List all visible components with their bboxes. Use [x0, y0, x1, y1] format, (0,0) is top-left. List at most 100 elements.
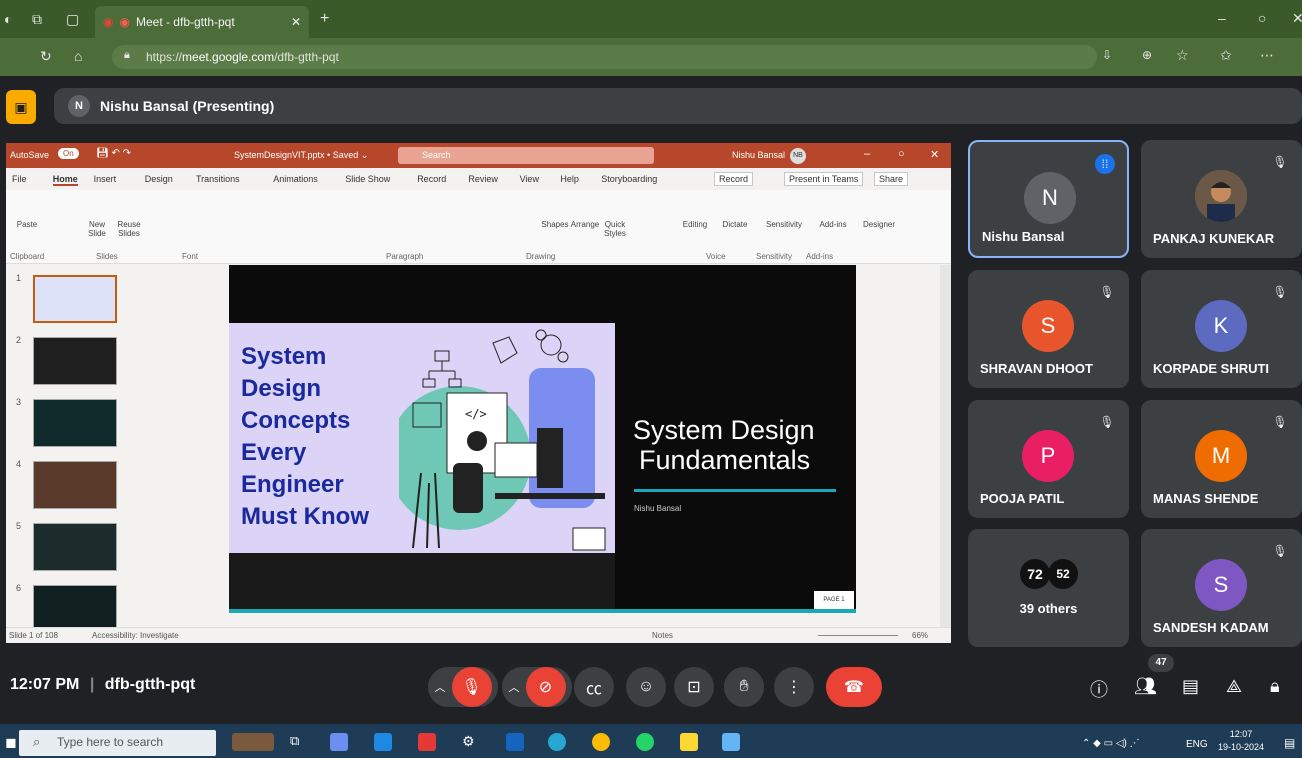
- activities-icon[interactable]: ⟁: [1226, 676, 1242, 697]
- taskbar-clock[interactable]: 12:07 19-10-2024: [1218, 728, 1264, 754]
- mic-off-icon[interactable]: 🎙︎: [451, 667, 492, 707]
- slide-thumbnail[interactable]: [33, 461, 117, 509]
- quick-access-icon[interactable]: 💾︎ ↶ ↷: [96, 148, 131, 159]
- camera-off-icon[interactable]: ⊘: [525, 667, 566, 707]
- ppt-tab[interactable]: Transitions: [196, 174, 240, 184]
- app-icon[interactable]: [418, 733, 436, 751]
- ppt-search-box[interactable]: Search: [398, 147, 654, 164]
- ribbon-button[interactable]: Designer: [862, 220, 896, 229]
- camera-control[interactable]: ︿ ⊘: [502, 667, 572, 707]
- ppt-tab[interactable]: Animations: [273, 174, 318, 184]
- workspaces-icon[interactable]: ⧉: [32, 11, 42, 28]
- tab-actions-icon[interactable]: ▢: [66, 11, 79, 28]
- app-icon[interactable]: [330, 733, 348, 751]
- chrome-icon[interactable]: [592, 733, 610, 751]
- ribbon-button[interactable]: New Slide: [80, 220, 114, 238]
- task-view-icon[interactable]: ⧉: [290, 733, 308, 751]
- profile-icon[interactable]: ◐: [4, 11, 12, 27]
- language-indicator[interactable]: ENG: [1186, 739, 1208, 750]
- favorite-icon[interactable]: ☆: [1176, 47, 1189, 64]
- people-icon[interactable]: 👥︎: [1134, 676, 1157, 697]
- participant-tile[interactable]: P 🎙︎ POOJA PATIL: [968, 400, 1129, 518]
- ppt-tab[interactable]: Storyboarding: [601, 174, 657, 184]
- info-icon[interactable]: ⓘ: [1090, 676, 1108, 702]
- host-controls-icon[interactable]: 🔒︎: [1270, 676, 1280, 697]
- news-widget-icon[interactable]: [232, 733, 274, 751]
- ppt-share-btn[interactable]: Share: [874, 172, 909, 186]
- ribbon-button[interactable]: Reuse Slides: [112, 220, 146, 238]
- ribbon-button[interactable]: Add-ins: [816, 220, 850, 229]
- ribbon-button[interactable]: Sensitivity: [766, 220, 802, 229]
- slide-thumbnail[interactable]: [33, 337, 117, 385]
- ppt-minimize-icon[interactable]: –: [864, 148, 870, 160]
- zoom-icon[interactable]: ⊕: [1142, 48, 1152, 62]
- outlook-icon[interactable]: [506, 733, 524, 751]
- chat-icon[interactable]: ▤: [1182, 676, 1199, 697]
- app-icon[interactable]: [722, 733, 740, 751]
- chevron-up-icon[interactable]: ︿: [435, 679, 452, 695]
- participant-tile[interactable]: S 🎙︎ SANDESH KADAM: [1141, 529, 1302, 647]
- ribbon-button[interactable]: Paste: [10, 220, 44, 229]
- ppt-tab[interactable]: File: [12, 174, 27, 184]
- url-field[interactable]: https://meet.google.com/dfb-gtth-pqt: [112, 45, 1097, 69]
- tab-close-icon[interactable]: ✕: [291, 15, 301, 29]
- notifications-icon[interactable]: ▤: [1284, 736, 1295, 750]
- settings-icon[interactable]: ⚙: [462, 733, 480, 751]
- ppt-tab[interactable]: View: [520, 174, 539, 184]
- participant-tile[interactable]: 🎙︎ PANKAJ KUNEKAR: [1141, 140, 1302, 258]
- emoji-icon[interactable]: ☺: [626, 667, 666, 707]
- close-window-icon[interactable]: ✕: [1292, 10, 1302, 27]
- ppt-tab[interactable]: Insert: [94, 174, 117, 184]
- store-icon[interactable]: [374, 733, 392, 751]
- captions-icon[interactable]: ㏄: [574, 667, 614, 707]
- ppt-restore-icon[interactable]: ○: [898, 148, 905, 160]
- more-options-icon[interactable]: ⋮: [774, 667, 814, 707]
- participant-tile[interactable]: S 🎙︎ SHRAVAN DHOOT: [968, 270, 1129, 388]
- whatsapp-icon[interactable]: [636, 733, 654, 751]
- reload-icon[interactable]: ↻: [40, 48, 52, 65]
- raise-hand-icon[interactable]: ✋︎: [724, 667, 764, 707]
- file-explorer-icon[interactable]: [680, 733, 698, 751]
- more-icon[interactable]: ⋯: [1260, 47, 1274, 64]
- participant-tile[interactable]: K 🎙︎ KORPADE SHRUTI: [1141, 270, 1302, 388]
- ppt-close-icon[interactable]: ✕: [930, 148, 939, 161]
- slide-scrollbar[interactable]: [940, 265, 951, 627]
- ppt-tab[interactable]: Home: [52, 174, 78, 186]
- edge-icon[interactable]: [548, 733, 566, 751]
- slide-thumbnail[interactable]: [33, 523, 117, 571]
- ppt-record-btn[interactable]: Record: [714, 172, 754, 186]
- zoom-slider[interactable]: [818, 635, 898, 636]
- new-tab-icon[interactable]: +: [320, 10, 329, 28]
- browser-tab[interactable]: ◉ ◉ Meet - dfb-gtth-pqt ✕: [95, 6, 309, 38]
- start-icon[interactable]: ◼: [5, 734, 17, 751]
- screen-share-off-icon[interactable]: ▣: [6, 90, 36, 124]
- slide-thumbnail[interactable]: [33, 275, 117, 323]
- others-tile[interactable]: 72 52 39 others: [968, 529, 1129, 647]
- ribbon-button[interactable]: Quick Styles: [598, 220, 632, 238]
- leave-call-button[interactable]: ☎︎: [826, 667, 882, 707]
- participant-tile[interactable]: N ⁞⁞ Nishu Bansal: [968, 140, 1129, 258]
- ppt-tab[interactable]: Record: [417, 174, 446, 184]
- ribbon-button[interactable]: Dictate: [718, 220, 752, 229]
- maximize-icon[interactable]: ○: [1258, 10, 1266, 26]
- slide-thumbnail[interactable]: [33, 585, 117, 633]
- taskbar-search[interactable]: ⌕ Type here to search: [19, 730, 216, 756]
- home-icon[interactable]: ⌂: [74, 48, 82, 64]
- ppt-present-btn[interactable]: Present in Teams: [784, 172, 864, 186]
- ppt-tab[interactable]: Help: [560, 174, 579, 184]
- participant-tile[interactable]: M 🎙︎ MANAS SHENDE: [1141, 400, 1302, 518]
- system-tray-icons[interactable]: ⌃ ◆ ▭ ◁) ⋰: [1082, 738, 1140, 749]
- ribbon-button[interactable]: Editing: [678, 220, 712, 229]
- slide-thumbnail[interactable]: [33, 399, 117, 447]
- favorites-bar-icon[interactable]: ✩: [1220, 47, 1232, 64]
- zoom-level[interactable]: 66%: [912, 631, 928, 640]
- present-icon[interactable]: ⊡: [674, 667, 714, 707]
- chevron-up-icon[interactable]: ︿: [509, 679, 526, 695]
- ribbon-button[interactable]: Shapes: [538, 220, 572, 229]
- notes-button[interactable]: Notes: [652, 631, 673, 640]
- autosave-toggle[interactable]: On: [58, 148, 79, 159]
- ppt-tab[interactable]: Slide Show: [345, 174, 390, 184]
- minimize-icon[interactable]: –: [1218, 10, 1226, 26]
- mic-control[interactable]: ︿ 🎙︎: [428, 667, 498, 707]
- ribbon-button[interactable]: Arrange: [568, 220, 602, 229]
